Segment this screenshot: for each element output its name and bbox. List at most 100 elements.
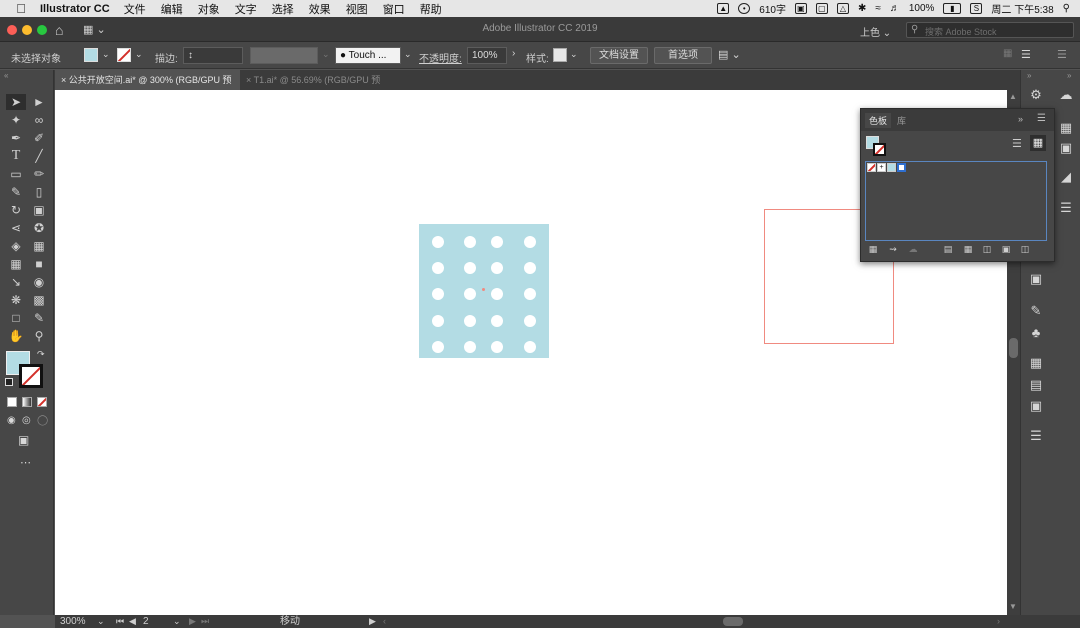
zoom-tool-icon[interactable]: ⚲ — [29, 328, 49, 344]
airplay-icon[interactable]: △ — [836, 3, 849, 14]
none-mode-button[interactable] — [37, 397, 47, 407]
tab-document-2[interactable]: × T1.ai* @ 56.69% (RGB/GPU 预览) — [240, 70, 390, 105]
rectangle-tool-icon[interactable]: ▭ — [6, 166, 26, 182]
draw-normal-icon[interactable]: ◉ — [7, 415, 16, 426]
battery-icon[interactable]: ▮ — [943, 3, 962, 14]
curvature-tool-icon[interactable]: ✐ — [29, 130, 49, 146]
first-artboard-icon[interactable]: ⏮ — [116, 615, 124, 628]
arrange-documents-icon[interactable]: ▤ ⌄ — [718, 48, 741, 61]
clock[interactable]: 周二 下午5:38 — [991, 1, 1053, 16]
brush-definition[interactable]: ● Touch ... — [335, 47, 401, 64]
menu-effect[interactable]: 效果 — [309, 1, 331, 17]
grid-view-icon[interactable]: ▦ — [1030, 135, 1046, 151]
perspective-grid-tool-icon[interactable]: ▦ — [29, 238, 49, 254]
transform-panel-icon[interactable]: ▦ — [1027, 355, 1045, 371]
show-swatch-kinds-icon[interactable]: ▤ — [942, 243, 954, 255]
screen-mode-icon[interactable]: ▣ — [18, 433, 29, 447]
close-tab-icon[interactable]: × — [61, 75, 66, 85]
gradient-tool-icon[interactable]: ■ — [29, 256, 49, 272]
symbols-panel-icon[interactable]: ♣ — [1027, 325, 1045, 341]
new-color-group-icon[interactable]: ◫ — [981, 243, 993, 255]
eyedropper-tool-icon[interactable]: ↘ — [6, 274, 26, 290]
app-menu[interactable]: Illustrator CC — [40, 3, 110, 15]
align-panel-icon[interactable]: ▤ — [1027, 377, 1045, 393]
direct-selection-tool-icon[interactable]: ► — [29, 94, 49, 110]
workspace-switcher[interactable]: 上色 ⌄ — [860, 24, 891, 39]
chevron-down-icon[interactable]: ⌄ — [404, 49, 412, 60]
swatch-options-icon[interactable]: ▦ — [962, 243, 974, 255]
default-colors-icon[interactable] — [5, 378, 13, 386]
paintbrush-tool-icon[interactable]: ✏ — [29, 166, 49, 182]
panel-menu-icon[interactable]: ☰ — [1057, 48, 1067, 61]
list-view-icon[interactable]: ☰ — [1012, 137, 1022, 150]
opacity-label[interactable]: 不透明度: — [419, 50, 462, 65]
lasso-tool-icon[interactable]: ∞ — [29, 112, 49, 128]
tab-swatches[interactable]: 色板 — [865, 113, 892, 128]
swatch-pattern[interactable] — [887, 163, 896, 172]
menu-select[interactable]: 选择 — [272, 1, 294, 17]
magic-wand-tool-icon[interactable]: ✦ — [6, 112, 26, 128]
align-icon[interactable]: ☰ — [1021, 48, 1031, 61]
stock-search-field[interactable]: ⚲ 搜索 Adobe Stock — [906, 22, 1074, 38]
asset-export-icon[interactable]: ▣ — [1027, 271, 1045, 287]
transform-icon[interactable]: ▦ — [1003, 48, 1012, 59]
eraser-tool-icon[interactable]: ▯ — [29, 184, 49, 200]
graphic-style-swatch[interactable] — [553, 48, 567, 62]
previous-artboard-icon[interactable]: ◀ — [129, 615, 136, 628]
draw-inside-icon[interactable]: ◯ — [37, 415, 48, 426]
pathfinder-panel-icon[interactable]: ▣ — [1027, 398, 1045, 414]
draw-behind-icon[interactable]: ◎ — [22, 415, 31, 426]
stroke-weight-field[interactable]: ↕ — [183, 47, 243, 64]
document-setup-button[interactable]: 文档设置 — [590, 47, 648, 64]
stroke-color-swatch[interactable] — [117, 48, 131, 62]
opacity-field[interactable]: 100% — [467, 47, 507, 64]
swatch-libraries-icon[interactable]: ▦ — [867, 243, 879, 255]
scroll-down-icon[interactable]: ▼ — [1009, 602, 1017, 611]
artboard-tool-icon[interactable]: □ — [6, 310, 26, 326]
next-artboard-icon[interactable]: ▶ — [189, 615, 196, 628]
swatch-list[interactable]: + — [865, 161, 1047, 241]
color-panel-icon[interactable]: ☁ — [1057, 87, 1075, 103]
wifi-icon[interactable]: ≈ — [875, 3, 881, 14]
scroll-left-icon[interactable]: ‹ — [383, 615, 386, 628]
scroll-right-icon[interactable]: › — [997, 615, 1000, 628]
chevron-down-icon[interactable]: ⌄ — [322, 49, 330, 60]
brushes-panel-icon[interactable]: ✎ — [1027, 303, 1045, 319]
swatch-kind-icon[interactable]: ⇝ — [887, 243, 899, 255]
gradient-mode-button[interactable] — [22, 397, 32, 407]
mesh-tool-icon[interactable]: ▦ — [6, 256, 26, 272]
cloud-swatches-icon[interactable]: ☁ — [907, 243, 919, 255]
scrollbar-thumb[interactable] — [1009, 338, 1018, 358]
collapse-panel-icon[interactable]: » — [1018, 114, 1023, 124]
input-method-icon[interactable]: ▣ — [794, 3, 807, 14]
expand-panels-icon[interactable]: » — [1067, 71, 1071, 80]
dot-pattern-rectangle[interactable] — [419, 224, 549, 358]
swatch-registration[interactable]: + — [877, 163, 886, 172]
chevron-down-icon[interactable]: ⌄ — [570, 49, 578, 60]
variable-width-profile[interactable] — [250, 47, 318, 64]
blend-tool-icon[interactable]: ◉ — [29, 274, 49, 290]
tab-document-1[interactable]: × 公共开放空间.ai* @ 300% (RGB/GPU 预览) — [55, 70, 240, 105]
puppet-warp-tool-icon[interactable]: ✪ — [29, 220, 49, 236]
gradient-panel-icon[interactable]: ◢ — [1057, 169, 1075, 185]
horizontal-scrollbar-thumb[interactable] — [723, 617, 743, 626]
panel-menu-icon[interactable]: ☰ — [1037, 113, 1046, 124]
siri-icon[interactable]: S — [970, 3, 983, 14]
rotate-tool-icon[interactable]: ↻ — [6, 202, 26, 218]
menu-type[interactable]: 文字 — [235, 1, 257, 17]
symbol-sprayer-tool-icon[interactable]: ❋ — [6, 292, 26, 308]
more-tools-icon[interactable]: ⋯ — [20, 456, 31, 469]
scale-tool-icon[interactable]: ▣ — [29, 202, 49, 218]
layers-panel-icon[interactable]: ☰ — [1057, 200, 1075, 216]
type-tool-icon[interactable]: T — [6, 148, 26, 164]
menu-window[interactable]: 窗口 — [383, 1, 405, 17]
shield-icon[interactable]: ▲ — [717, 3, 730, 14]
width-tool-icon[interactable]: ⋖ — [6, 220, 26, 236]
menu-help[interactable]: 帮助 — [420, 1, 442, 17]
spotlight-icon[interactable]: ⚲ — [1063, 3, 1070, 14]
menu-object[interactable]: 对象 — [198, 1, 220, 17]
last-artboard-icon[interactable]: ⏭ — [201, 615, 209, 628]
scroll-up-icon[interactable]: ▲ — [1009, 92, 1017, 101]
menu-edit[interactable]: 编辑 — [161, 1, 183, 17]
hand-tool-icon[interactable]: ✋ — [6, 328, 26, 344]
